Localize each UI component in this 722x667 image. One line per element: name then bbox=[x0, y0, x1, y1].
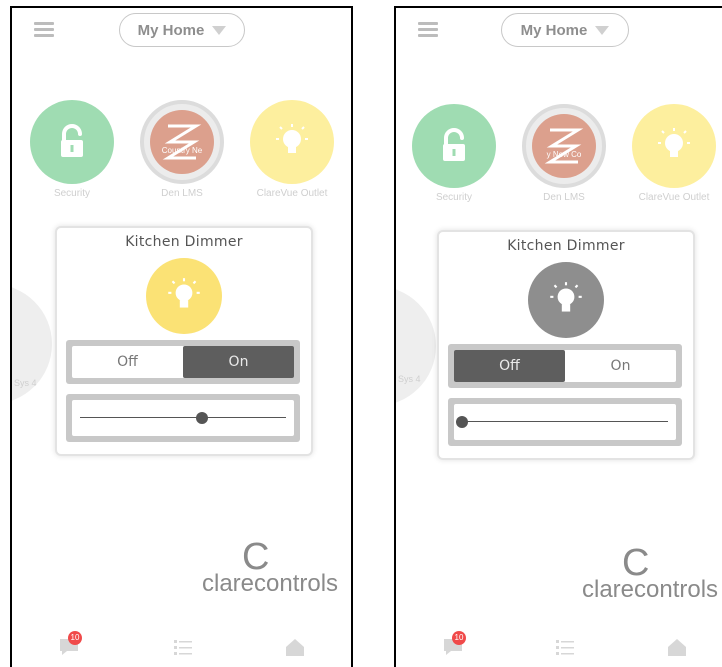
caret-down-icon bbox=[595, 25, 610, 35]
logo-text: clarecontrols bbox=[202, 570, 339, 597]
bulb-icon bbox=[276, 124, 308, 153]
tile-label: ClareVue Outlet bbox=[256, 188, 328, 199]
bottom-nav: 10 bbox=[12, 627, 351, 667]
bottom-nav: 10 bbox=[396, 627, 722, 667]
logo-c-mark: C bbox=[622, 542, 650, 584]
home-selector[interactable]: My Home bbox=[501, 13, 629, 47]
lms-overlay-text: Country Ne bbox=[161, 146, 203, 155]
sys-label: Sys 4 bbox=[398, 374, 421, 384]
clare-controls-logo: C clarecontrols bbox=[202, 536, 339, 598]
dimmer-slider bbox=[448, 398, 682, 446]
bulb-icon bbox=[658, 128, 690, 157]
top-bar: My Home bbox=[396, 8, 722, 58]
tile-den-lms[interactable]: Country Ne Den LMS bbox=[140, 100, 224, 199]
home-icon[interactable] bbox=[666, 637, 690, 661]
on-off-toggle: Off On bbox=[66, 340, 300, 384]
phone-screen-on: My Home Security Country Ne Den LMS Clar… bbox=[10, 6, 353, 667]
home-icon[interactable] bbox=[284, 637, 308, 661]
list-icon[interactable] bbox=[172, 637, 196, 661]
tile-label: Security bbox=[435, 192, 473, 203]
hamburger-icon[interactable] bbox=[34, 22, 54, 38]
hamburger-icon[interactable] bbox=[418, 22, 438, 38]
home-selector-label: My Home bbox=[137, 21, 205, 39]
outlet-circle bbox=[632, 104, 716, 188]
top-bar: My Home bbox=[12, 8, 351, 58]
logo-text: clarecontrols bbox=[582, 576, 719, 603]
dialog-title: Kitchen Dimmer bbox=[125, 234, 243, 250]
on-off-toggle: Off On bbox=[448, 344, 682, 388]
tile-den-lms[interactable]: y New Co Den LMS bbox=[522, 104, 606, 203]
sys-tile-partial bbox=[396, 286, 436, 406]
unlock-icon bbox=[61, 124, 83, 157]
kitchen-dimmer-dialog: Kitchen Dimmer Off On bbox=[55, 226, 313, 456]
logo-c-mark: C bbox=[242, 536, 270, 578]
tile-label: ClareVue Outlet bbox=[638, 192, 710, 203]
slider-track[interactable] bbox=[462, 421, 668, 422]
home-selector-label: My Home bbox=[520, 21, 588, 39]
clare-controls-logo: C clarecontrols bbox=[582, 542, 719, 604]
lms-circle: Country Ne bbox=[140, 100, 224, 184]
dimmer-bulb-icon[interactable] bbox=[528, 262, 604, 338]
toggle-off-button[interactable]: Off bbox=[72, 346, 183, 378]
notification-badge: 10 bbox=[68, 631, 82, 645]
sys-label: Sys 4 bbox=[14, 378, 37, 388]
outlet-circle bbox=[250, 100, 334, 184]
tile-label: Den LMS bbox=[161, 188, 203, 199]
caret-down-icon bbox=[212, 25, 227, 35]
tile-security[interactable]: Security bbox=[412, 104, 496, 203]
security-circle bbox=[412, 104, 496, 188]
chat-icon[interactable]: 10 bbox=[442, 631, 466, 661]
unlock-icon bbox=[443, 128, 465, 161]
slider-knob[interactable] bbox=[195, 412, 208, 424]
dimmer-bulb-icon[interactable] bbox=[146, 258, 222, 334]
notification-badge: 10 bbox=[452, 631, 466, 645]
tile-label: Den LMS bbox=[543, 192, 585, 203]
kitchen-dimmer-dialog: Kitchen Dimmer Off On bbox=[437, 230, 695, 460]
toggle-on-button[interactable]: On bbox=[565, 350, 676, 382]
tile-clarevue-outlet[interactable]: ClareVue Outlet bbox=[632, 104, 716, 203]
slider-knob[interactable] bbox=[456, 416, 468, 428]
tile-clarevue-outlet[interactable]: ClareVue Outlet bbox=[250, 100, 334, 199]
list-icon[interactable] bbox=[554, 637, 578, 661]
lms-overlay-text: y New Co bbox=[546, 150, 582, 159]
dialog-title: Kitchen Dimmer bbox=[507, 238, 625, 254]
lms-circle: y New Co bbox=[522, 104, 606, 188]
tile-label: Security bbox=[53, 188, 91, 199]
dimmer-slider bbox=[66, 394, 300, 442]
slider-track[interactable] bbox=[80, 417, 286, 418]
toggle-on-button[interactable]: On bbox=[183, 346, 294, 378]
home-selector[interactable]: My Home bbox=[119, 13, 245, 47]
phone-screen-off: My Home Security y New Co Den LMS ClareV… bbox=[394, 6, 722, 667]
security-circle bbox=[30, 100, 114, 184]
lms-logo-icon: y New Co bbox=[532, 114, 596, 178]
lms-logo-icon: Country Ne bbox=[150, 110, 214, 174]
tile-security[interactable]: Security bbox=[30, 100, 114, 199]
toggle-off-button[interactable]: Off bbox=[454, 350, 565, 382]
chat-icon[interactable]: 10 bbox=[58, 631, 82, 661]
